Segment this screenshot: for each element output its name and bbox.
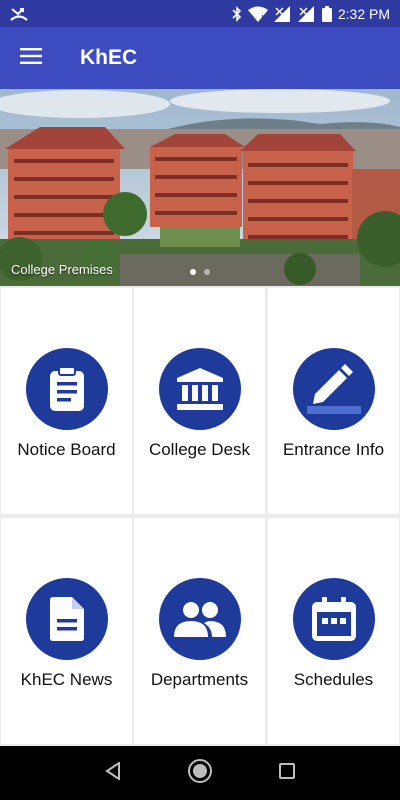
home-circle-icon	[187, 758, 213, 789]
feature-grid: Notice Board College Desk Entrance Info …	[0, 288, 400, 746]
wifi-icon: !	[247, 6, 268, 22]
tile-label: Departments	[150, 670, 249, 689]
missed-call-icon	[10, 6, 28, 22]
document-icon	[25, 578, 108, 660]
tile-label: Schedules	[293, 670, 374, 689]
tile-label: College Desk	[148, 440, 251, 459]
signal-1-icon	[273, 5, 292, 22]
home-button[interactable]	[180, 753, 220, 793]
svg-text:!: !	[261, 14, 264, 22]
recents-square-icon	[278, 762, 295, 784]
clipboard-icon	[25, 348, 108, 430]
image-slider[interactable]: College Premises	[0, 89, 400, 286]
tile-label: Entrance Info	[282, 440, 385, 459]
institution-icon	[158, 348, 241, 430]
battery-icon	[321, 5, 332, 22]
status-bar: ! 2:32 PM	[0, 0, 400, 27]
khec-news-tile[interactable]: KhEC News	[1, 518, 132, 744]
calendar-icon	[292, 578, 375, 660]
clock-time: 2:32 PM	[337, 5, 390, 22]
app-bar: KhEC	[0, 27, 400, 89]
tile-label: Notice Board	[17, 440, 116, 459]
entrance-info-tile[interactable]: Entrance Info	[268, 288, 399, 514]
back-triangle-icon	[105, 760, 121, 785]
signal-2-icon	[297, 5, 316, 22]
people-icon	[158, 578, 241, 660]
college-desk-tile[interactable]: College Desk	[134, 288, 265, 514]
slider-dot[interactable]	[204, 269, 210, 275]
bluetooth-icon	[232, 5, 242, 22]
back-button[interactable]	[93, 753, 133, 793]
tile-label: KhEC News	[20, 670, 113, 689]
notice-board-tile[interactable]: Notice Board	[1, 288, 132, 514]
slider-dot-active[interactable]	[190, 269, 196, 275]
pencil-icon	[292, 348, 375, 430]
recents-button[interactable]	[267, 753, 307, 793]
schedules-tile[interactable]: Schedules	[268, 518, 399, 744]
slider-indicator	[0, 269, 400, 275]
college-premises-photo	[0, 89, 400, 286]
menu-button[interactable]	[0, 27, 62, 89]
departments-tile[interactable]: Departments	[134, 518, 265, 744]
system-navigation-bar	[0, 746, 400, 800]
hamburger-menu-icon	[20, 47, 42, 69]
app-title: KhEC	[80, 46, 138, 69]
